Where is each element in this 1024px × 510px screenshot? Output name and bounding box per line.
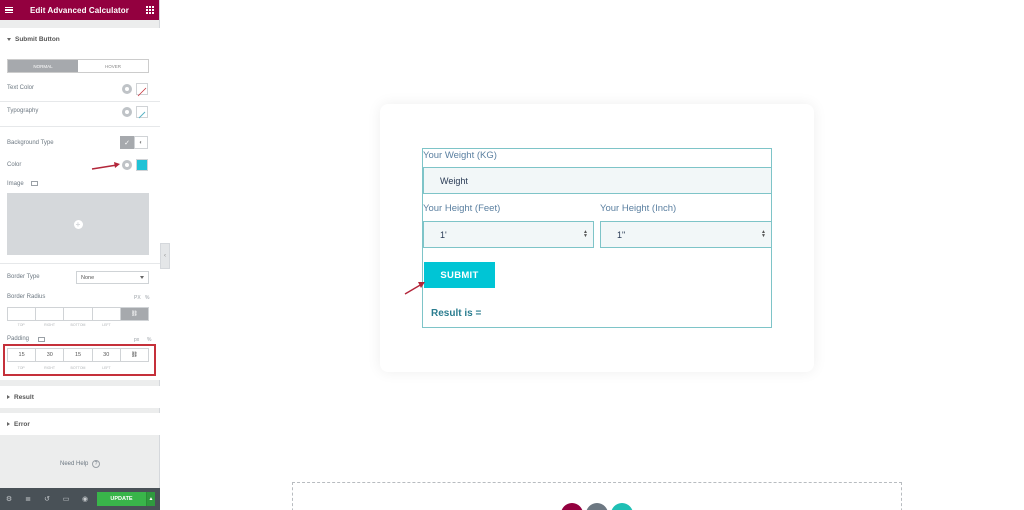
height-inch-select[interactable]: 1" ▲ ▼ [600, 221, 772, 248]
radius-bottom-input[interactable] [64, 308, 93, 320]
section-header-result[interactable]: Result [0, 386, 160, 408]
tab-normal[interactable]: NORMAL [8, 60, 78, 72]
section-title: Result [14, 393, 34, 401]
height-feet-label: Your Height (Feet) [423, 203, 501, 214]
border-radius-label: Border Radius [7, 294, 46, 300]
border-radius-sublabels: TOP RIGHT BOTTOM LEFT [7, 323, 149, 327]
responsive-mode-icon[interactable]: ▭ [61, 494, 71, 504]
state-tabs: NORMAL HOVER [7, 59, 149, 73]
annotation-highlight-box [3, 344, 156, 376]
result-text: Result is = [431, 308, 482, 319]
typography-label: Typography [7, 108, 39, 114]
panel-collapse-handle[interactable]: ‹ [160, 243, 170, 269]
global-icon[interactable] [122, 84, 132, 94]
weight-input[interactable]: Weight [423, 167, 772, 194]
history-icon[interactable]: ↺ [42, 494, 52, 504]
plus-icon: + [73, 219, 83, 229]
panel-header: Edit Advanced Calculator [0, 0, 159, 20]
color-label: Color [7, 162, 22, 168]
panel-title: Edit Advanced Calculator [29, 5, 129, 15]
image-chooser[interactable]: + [7, 193, 149, 255]
weight-placeholder: Weight [440, 175, 468, 186]
unit-em-toggle[interactable]: % [147, 337, 151, 343]
height-inch-label: Your Height (Inch) [600, 203, 677, 214]
menu-icon[interactable] [5, 6, 13, 14]
radius-top-input[interactable] [8, 308, 37, 320]
tab-hover[interactable]: HOVER [78, 60, 148, 72]
responsive-desktop-icon[interactable] [38, 337, 45, 342]
image-label: Image [7, 181, 24, 187]
section-header-submit[interactable]: Submit Button [0, 28, 160, 50]
preview-eye-icon[interactable]: ◉ [80, 494, 90, 504]
height-inch-value: 1" [617, 229, 626, 240]
radius-left-input[interactable] [93, 308, 121, 320]
caret-right-icon [7, 422, 10, 426]
border-type-label: Border Type [7, 274, 40, 280]
select-value: None [81, 274, 95, 281]
update-button[interactable]: UPDATE [97, 492, 146, 506]
annotation-arrow-icon [404, 282, 425, 295]
no-color-slash-icon [137, 87, 147, 97]
select-spinner-icon: ▲ ▼ [761, 229, 766, 239]
caret-right-icon [7, 395, 10, 399]
text-color-label: Text Color [7, 85, 35, 91]
annotation-arrow-icon [91, 162, 120, 170]
text-color-picker[interactable] [136, 83, 148, 97]
border-radius-inputs: ⛓ [7, 307, 149, 321]
section-header-error[interactable]: Error [0, 413, 160, 435]
section-title: Error [14, 420, 30, 428]
submit-button[interactable]: SUBMIT [424, 262, 495, 288]
color-swatch[interactable] [136, 159, 148, 171]
caret-down-icon [7, 37, 11, 41]
background-type-label: Background Type [7, 140, 54, 146]
classic-bg-brush-icon[interactable]: ✓ [120, 136, 134, 149]
need-help-text: Need Help [59, 461, 89, 467]
update-options-chevron-icon[interactable]: ▲ [146, 492, 155, 506]
select-spinner-icon: ▲ ▼ [583, 229, 588, 239]
unit-px-toggle[interactable]: PX [134, 295, 141, 301]
editor-window: Edit Advanced Calculator Submit Button N… [0, 0, 1024, 510]
global-icon[interactable] [122, 160, 132, 170]
border-type-select[interactable]: None [76, 271, 149, 284]
height-feet-select[interactable]: 1' ▲ ▼ [423, 221, 594, 248]
gradient-bg-icon[interactable]: ◐ [134, 136, 148, 149]
elementor-panel: Edit Advanced Calculator Submit Button N… [0, 0, 160, 510]
unit-percent-toggle[interactable]: % [145, 295, 149, 301]
chevron-down-icon [140, 276, 144, 279]
pencil-icon [138, 111, 146, 119]
settings-gear-icon[interactable]: ⚙ [4, 494, 14, 504]
navigator-layers-icon[interactable]: ≣ [23, 494, 33, 504]
help-icon: ? [92, 460, 101, 468]
global-icon[interactable] [122, 107, 132, 117]
sublabel-bottom: BOTTOM [70, 323, 86, 327]
padding-label: Padding [7, 336, 30, 342]
link-values-icon[interactable]: ⛓ [120, 308, 149, 320]
need-help-link[interactable]: Need Help ? [0, 460, 160, 468]
radius-right-input[interactable] [36, 308, 65, 320]
widgets-grid-icon[interactable] [145, 6, 154, 14]
weight-label: Your Weight (KG) [423, 150, 497, 161]
responsive-desktop-icon[interactable] [31, 181, 38, 186]
typography-edit-button[interactable] [136, 106, 148, 119]
height-feet-value: 1' [440, 229, 447, 240]
unit-px-toggle[interactable]: px [134, 337, 139, 343]
sublabel-left: LEFT [102, 323, 111, 327]
section-title: Submit Button [15, 35, 60, 43]
sublabel-right: RIGHT [44, 323, 56, 327]
sublabel-top: TOP [17, 323, 25, 327]
